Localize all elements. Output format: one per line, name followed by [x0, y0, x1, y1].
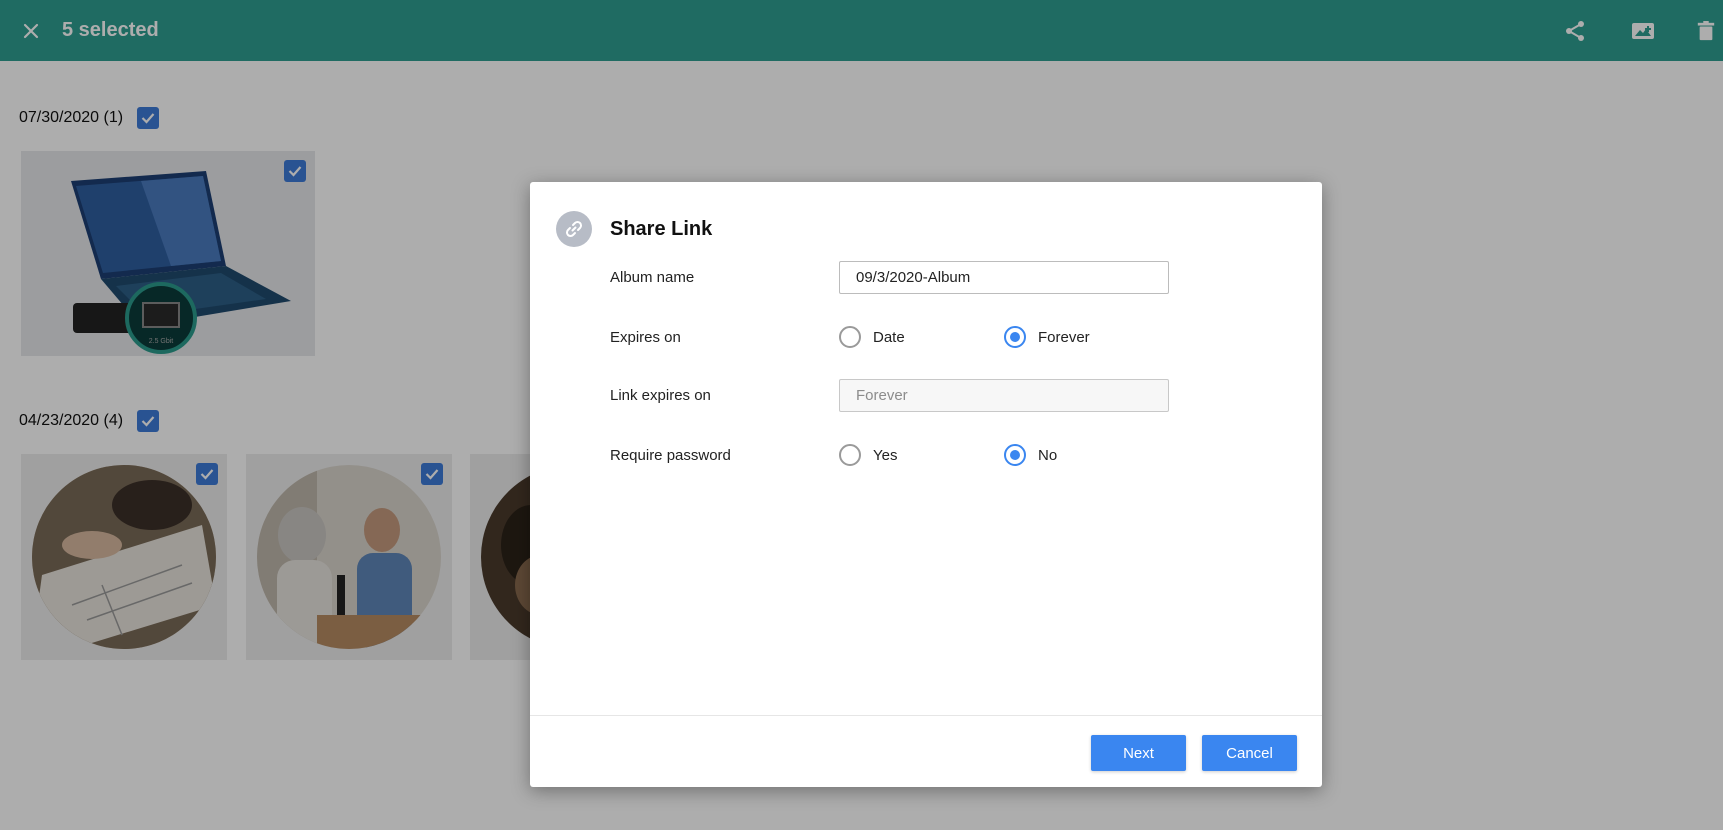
radio-yes[interactable] [839, 444, 861, 466]
expires-on-forever-option[interactable]: Forever [1004, 326, 1169, 348]
dialog-footer-divider [530, 715, 1322, 716]
album-name-input[interactable] [839, 260, 1169, 294]
album-name-label: Album name [610, 268, 695, 286]
dialog-header: Share Link [556, 211, 712, 247]
share-link-dialog: Share Link Album name Expires on Date Fo… [530, 182, 1322, 787]
require-password-row: Require password Yes No [610, 438, 1230, 472]
link-expires-on-row: Link expires on [610, 378, 1230, 412]
dialog-title: Share Link [610, 217, 713, 240]
expires-on-date-option[interactable]: Date [839, 326, 1004, 348]
require-password-yes-option[interactable]: Yes [839, 444, 1004, 466]
cancel-button[interactable]: Cancel [1202, 735, 1297, 771]
link-expires-on-label: Link expires on [610, 386, 711, 404]
require-password-no-option[interactable]: No [1004, 444, 1169, 466]
radio-forever-label: Forever [1038, 328, 1090, 346]
expires-on-label: Expires on [610, 328, 681, 346]
next-button[interactable]: Next [1091, 735, 1186, 771]
require-password-label: Require password [610, 446, 731, 464]
radio-yes-label: Yes [873, 446, 898, 464]
album-name-row: Album name [610, 260, 1230, 294]
radio-date-label: Date [873, 328, 905, 346]
require-password-radio-group: Yes No [839, 444, 1169, 466]
radio-date[interactable] [839, 326, 861, 348]
radio-no-label: No [1038, 446, 1058, 464]
expires-on-radio-group: Date Forever [839, 326, 1169, 348]
radio-no[interactable] [1004, 444, 1026, 466]
radio-forever[interactable] [1004, 326, 1026, 348]
expires-on-row: Expires on Date Forever [610, 320, 1230, 354]
link-icon [556, 211, 592, 247]
link-expires-on-field [839, 378, 1169, 412]
